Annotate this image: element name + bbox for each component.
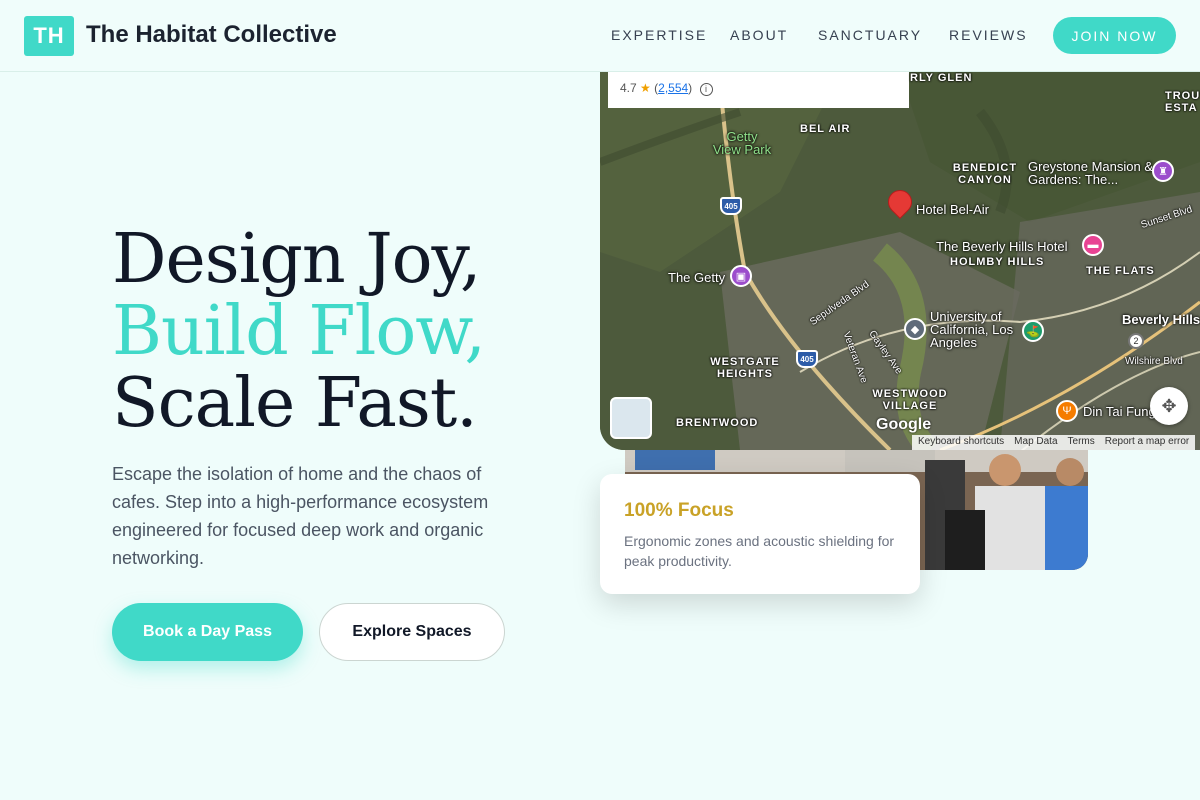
map-area-label: BENEDICT CANYON (952, 162, 1018, 186)
join-now-button[interactable]: JOIN NOW (1053, 17, 1176, 54)
map-area-label: THE FLATS (1086, 265, 1155, 277)
report-error-link[interactable]: Report a map error (1105, 436, 1189, 449)
map-place-label[interactable]: University of California, Los Angeles (930, 310, 1020, 349)
map-place-label[interactable]: Getty View Park (712, 130, 772, 156)
map-area-label: WESTWOOD VILLAGE (872, 388, 948, 412)
google-logo: Google (876, 416, 932, 433)
location-map[interactable]: 4.7 ★ (2,554) i RLY GLEN BEL AIR BENEDIC… (600, 72, 1200, 450)
map-data-link[interactable]: Map Data (1014, 436, 1057, 449)
map-attribution: Keyboard shortcuts Map Data Terms Report… (912, 435, 1196, 450)
map-area-label: RLY GLEN (910, 72, 973, 84)
map-area-label: BRENTWOOD (676, 417, 759, 429)
logo-mark[interactable]: TH (24, 16, 74, 56)
map-place-label[interactable]: The Beverly Hills Hotel (936, 240, 1068, 253)
map-area-label: HOLMBY HILLS (950, 256, 1045, 268)
map-area-label: TROUS ESTA (1165, 90, 1200, 114)
golf-icon[interactable]: ⛳ (1022, 320, 1044, 342)
hero-heading-line-1: Design Joy, (112, 220, 482, 299)
map-place-label[interactable]: Beverly Hills (1122, 313, 1200, 326)
focus-card-title: 100% Focus (624, 500, 734, 521)
nav-about[interactable]: ABOUT (730, 27, 788, 43)
map-place-label[interactable]: Greystone Mansion & Gardens: The... (1028, 160, 1158, 186)
route-marker: 2 (1128, 333, 1144, 349)
nav-expertise[interactable]: EXPERTISE (611, 27, 707, 43)
focus-feature-card: 100% Focus Ergonomic zones and acoustic … (600, 474, 920, 594)
star-icon: ★ (640, 81, 651, 95)
map-type-thumbnail[interactable] (610, 397, 652, 439)
place-rating-card[interactable]: 4.7 ★ (2,554) i (608, 72, 909, 108)
nav-reviews[interactable]: REVIEWS (949, 27, 1028, 43)
map-area-label: WESTGATE HEIGHTS (710, 356, 780, 380)
hero-heading-line-2: Build Flow, (112, 292, 486, 371)
map-area-label: BEL AIR (800, 123, 851, 135)
hotel-icon[interactable]: ▬ (1082, 234, 1104, 256)
landmark-icon[interactable]: ♜ (1152, 160, 1174, 182)
keyboard-shortcuts-link[interactable]: Keyboard shortcuts (918, 436, 1004, 449)
hero-description: Escape the isolation of home and the cha… (112, 464, 489, 568)
hero-heading-line-3: Scale Fast. (112, 364, 478, 443)
university-icon[interactable]: ◆ (904, 318, 926, 340)
museum-icon[interactable]: ▣ (730, 265, 752, 287)
focus-card-text: Ergonomic zones and acoustic shielding f… (624, 533, 895, 569)
street-label: Wilshire Blvd (1125, 356, 1183, 367)
map-place-label[interactable]: Hotel Bel-Air (916, 203, 989, 216)
review-count-link[interactable]: 2,554 (658, 81, 688, 95)
site-header: TH The Habitat Collective EXPERTISE ABOU… (0, 0, 1200, 72)
explore-spaces-button[interactable]: Explore Spaces (319, 603, 505, 661)
terms-link[interactable]: Terms (1068, 436, 1095, 449)
highway-shield-icon: 405 (720, 197, 742, 215)
fullscreen-toggle-icon[interactable]: ✥ (1150, 387, 1188, 425)
book-day-pass-button[interactable]: Book a Day Pass (112, 603, 303, 661)
brand-name[interactable]: The Habitat Collective (86, 21, 337, 49)
nav-sanctuary[interactable]: SANCTUARY (818, 27, 922, 43)
restaurant-icon[interactable]: Ψ (1056, 400, 1078, 422)
map-place-label[interactable]: The Getty (668, 271, 725, 284)
rating-value: 4.7 (620, 81, 637, 95)
highway-shield-icon: 405 (796, 350, 818, 368)
map-place-label[interactable]: Din Tai Fung (1083, 405, 1156, 418)
info-icon[interactable]: i (699, 83, 713, 96)
